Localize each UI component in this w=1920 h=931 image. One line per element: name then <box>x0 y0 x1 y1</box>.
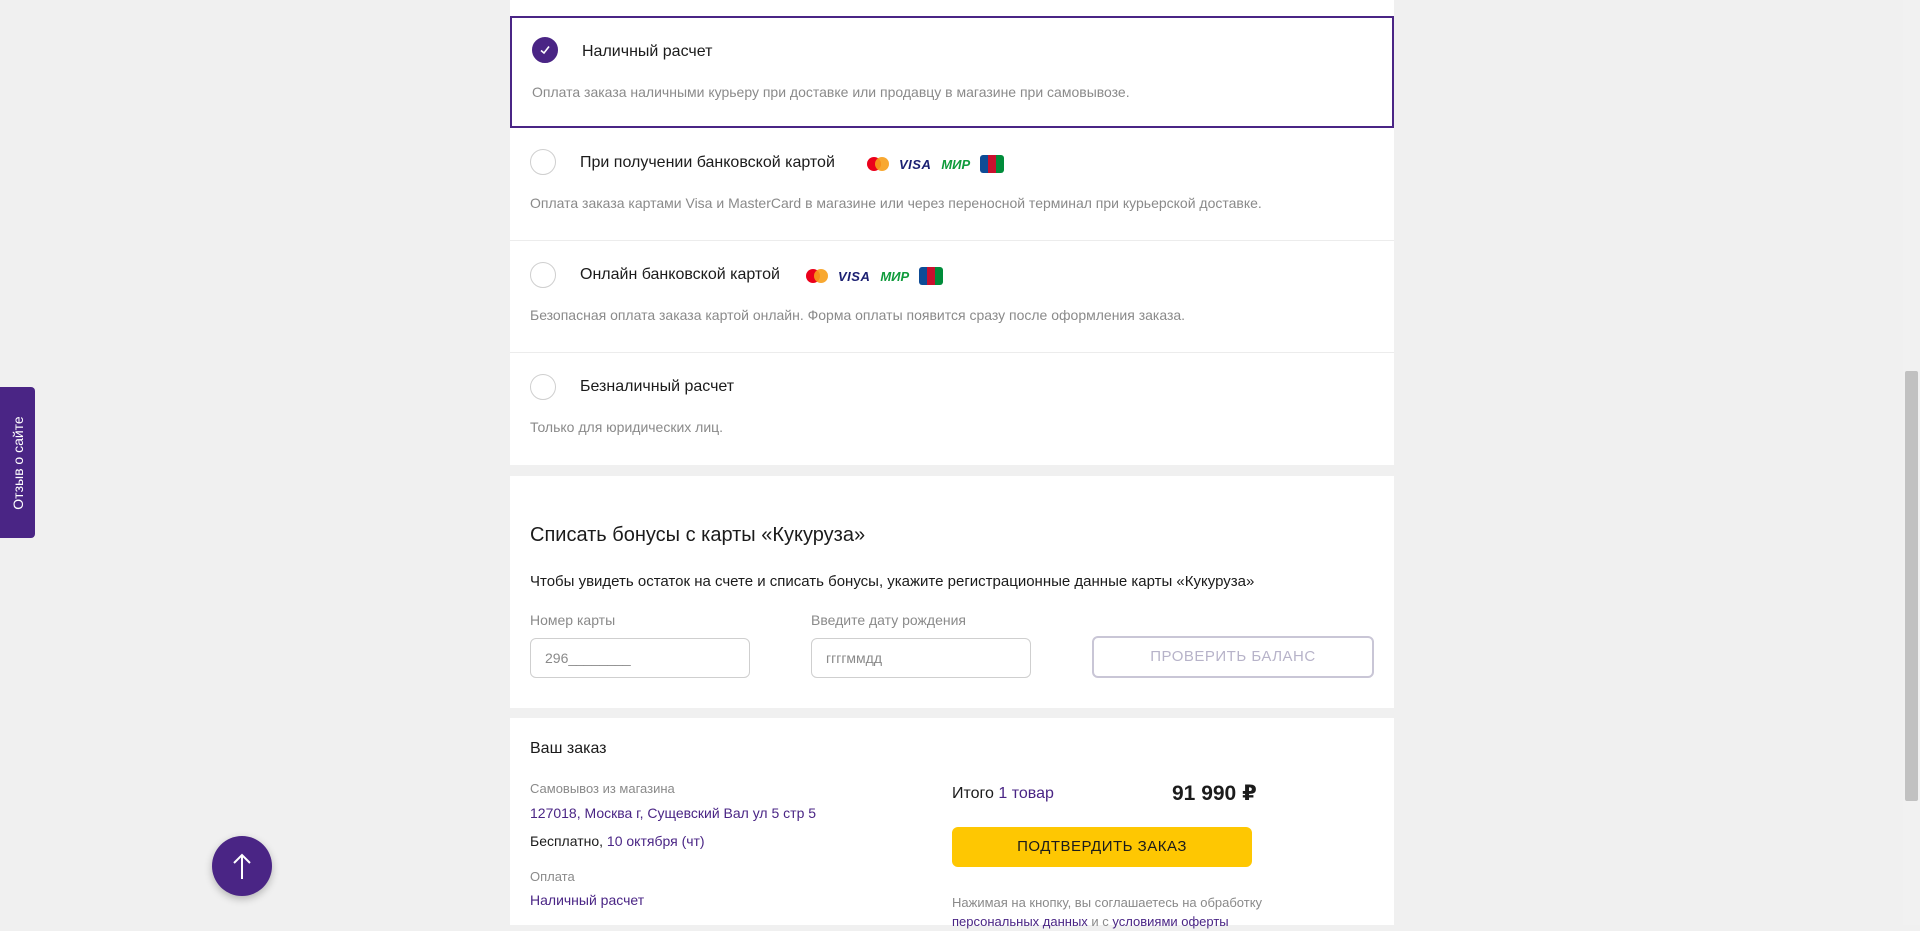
payment-option-title: При получении банковской картой <box>580 154 835 171</box>
delivery-price: Бесплатно, <box>530 833 604 849</box>
delivery-date: 10 октября (чт) <box>606 833 705 849</box>
agreement-prefix: Нажимая на кнопку, вы соглашаетесь на об… <box>952 895 1263 910</box>
offer-terms-link[interactable]: условиями оферты <box>1112 914 1228 929</box>
scroll-to-top-button[interactable] <box>212 836 272 896</box>
pickup-address[interactable]: 127018, Москва г, Сущевский Вал ул 5 стр… <box>530 805 816 821</box>
radio-unchecked[interactable] <box>530 262 556 288</box>
birthdate-label: Введите дату рождения <box>811 612 966 628</box>
payment-option-description: Оплата заказа картами Visa и MasterCard … <box>530 195 1262 211</box>
total-price: 91 990 ₽ <box>1172 782 1257 805</box>
card-number-label: Номер карты <box>530 612 616 628</box>
feedback-tab-label: Отзыв о сайте <box>9 415 26 510</box>
jcb-icon <box>980 155 1005 173</box>
radio-unchecked[interactable] <box>530 374 556 400</box>
agreement-and: и с <box>1091 914 1109 929</box>
visa-icon: VISA <box>838 268 871 284</box>
radio-checked[interactable] <box>532 37 558 63</box>
agreement-text: Нажимая на кнопку, вы соглашаетесь на об… <box>952 893 1272 931</box>
pickup-label: Самовывоз из магазина <box>530 781 675 796</box>
mir-icon: МИР <box>880 268 910 284</box>
feedback-tab[interactable]: Отзыв о сайте <box>0 387 35 538</box>
total-items-link[interactable]: 1 товар <box>998 785 1054 802</box>
payment-option-cashless[interactable]: Безналичный расчет Только для юридически… <box>510 352 1394 465</box>
payment-option-title: Онлайн банковской картой <box>580 266 780 283</box>
payment-methods-card: Наличный расчет Оплата заказа наличными … <box>510 0 1394 465</box>
payment-label: Оплата <box>530 869 575 884</box>
card-logos: VISA МИР <box>806 267 944 285</box>
payment-option-description: Безопасная оплата заказа картой онлайн. … <box>530 307 1186 323</box>
mastercard-icon <box>867 157 889 171</box>
payment-option-title: Наличный расчет <box>582 43 713 60</box>
bonus-subtitle: Чтобы увидеть остаток на счете и списать… <box>530 573 1255 590</box>
payment-option-description: Только для юридических лиц. <box>530 419 724 435</box>
order-title: Ваш заказ <box>530 740 607 757</box>
payment-option-card-online[interactable]: Онлайн банковской картой VISA МИР Безопа… <box>510 240 1394 352</box>
scrollbar-thumb[interactable] <box>1905 371 1918 801</box>
jcb-icon <box>919 267 944 285</box>
check-icon <box>540 46 550 55</box>
card-logos: VISA МИР <box>867 155 1005 173</box>
payment-option-title: Безналичный расчет <box>580 378 735 395</box>
payment-option-description: Оплата заказа наличными курьеру при дост… <box>532 84 1130 100</box>
order-summary-card: Ваш заказ Самовывоз из магазина 127018, … <box>510 718 1394 929</box>
confirm-order-button[interactable]: ПОДТВЕРДИТЬ ЗАКАЗ <box>952 827 1252 867</box>
card-number-input[interactable]: 296________ <box>530 638 750 678</box>
total-label: Итого 1 товар <box>952 785 1054 803</box>
mir-icon: МИР <box>941 156 971 172</box>
payment-option-cash[interactable]: Наличный расчет Оплата заказа наличными … <box>510 16 1394 128</box>
total-text: Итого <box>952 785 994 802</box>
check-balance-button[interactable]: ПРОВЕРИТЬ БАЛАНС <box>1092 636 1374 678</box>
personal-data-link[interactable]: персональных данных <box>952 914 1088 929</box>
payment-option-card-on-receipt[interactable]: При получении банковской картой VISA МИР… <box>510 128 1394 240</box>
bonus-card: Списать бонусы с карты «Кукуруза» Чтобы … <box>510 476 1394 708</box>
page-scrollbar[interactable] <box>1903 0 1920 925</box>
visa-icon: VISA <box>899 156 932 172</box>
birthdate-input[interactable]: ггггммдд <box>811 638 1031 678</box>
arrow-up-icon <box>233 853 251 879</box>
radio-unchecked[interactable] <box>530 149 556 175</box>
mastercard-icon <box>806 269 828 283</box>
payment-value: Наличный расчет <box>530 892 645 908</box>
delivery-info: Бесплатно, 10 октября (чт) <box>530 833 705 849</box>
bonus-title: Списать бонусы с карты «Кукуруза» <box>530 524 866 546</box>
